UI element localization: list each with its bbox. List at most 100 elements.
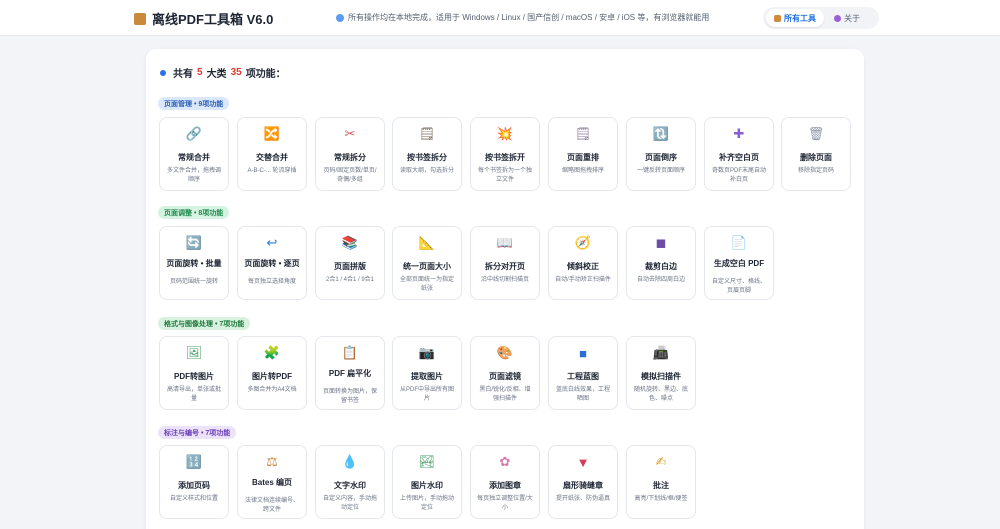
tool-card[interactable]: 📐 统一页面大小 全部页面统一为指定纸张 <box>392 226 462 300</box>
box-icon <box>774 14 781 22</box>
link-icon: 🔗 <box>185 126 203 141</box>
tool-card[interactable]: 🗒 页面重排 缩略图拖拽排序 <box>548 117 618 191</box>
nav-all-tools[interactable]: 所有工具 <box>766 9 824 27</box>
top-header: 离线PDF工具箱 V6.0 所有操作均在本地完成，适用于 Windows / L… <box>0 0 1000 36</box>
tool-card[interactable]: 🧭 倾斜校正 自动/手动矫正扫描件 <box>548 226 618 300</box>
tool-card[interactable]: 📄 生成空白 PDF 自定义尺寸、格线、页眉页脚 <box>704 226 774 300</box>
tool-title: 页面倒序 <box>645 153 677 162</box>
nav-about[interactable]: 关于 <box>826 9 868 27</box>
puzzle-icon: 🧩 <box>263 345 281 360</box>
books-icon: 📚 <box>341 235 359 250</box>
tool-card[interactable]: ■ 工程蓝图 蓝底白线效果，工程晒图 <box>548 336 618 410</box>
tool-description: 从PDF中导出所有图片 <box>399 387 454 402</box>
camera-icon: 📷 <box>418 345 436 360</box>
tool-title: 页面旋转 • 批量 <box>166 259 222 268</box>
tool-description: 页码范围统一旋转 <box>169 279 218 285</box>
tool-title: 模拟扫描件 <box>641 372 681 381</box>
droplet-icon: 💧 <box>341 454 359 469</box>
tool-description: 上传图片，手动拖动定位 <box>399 496 454 511</box>
box-logo-icon <box>134 12 146 25</box>
tool-card[interactable]: ✚ 补齐空白页 奇数页PDF末尾自动补白页 <box>704 117 774 191</box>
tool-card[interactable]: 💧 文字水印 自定义内容，手动拖动定位 <box>315 445 385 519</box>
function-count: 35 <box>230 67 242 78</box>
tool-title: 拆分对开页 <box>485 262 525 271</box>
tool-description: 页面转换为图片，保留书签 <box>322 389 377 404</box>
tool-card[interactable]: 🔃 页面倒序一键反转页面顺序 <box>626 117 696 191</box>
tool-card[interactable]: ▼ 扇形骑缝章 提开纸张、防伪逼真 <box>548 445 618 519</box>
tool-description: 一键反转页面顺序 <box>636 168 685 174</box>
tool-title: 扇形骑缝章 <box>563 481 603 490</box>
tool-title: 页面重排 <box>567 153 599 162</box>
fax-icon: 📠 <box>652 345 670 360</box>
tool-description: 高清导出，单张或批量 <box>166 387 221 402</box>
tool-title: PDF 扁平化 <box>328 369 372 378</box>
tool-description: 读取大纲，勾选拆分 <box>399 168 454 174</box>
palette-icon: 🎨 <box>496 345 514 360</box>
bookmark-doc-icon: 🗒 <box>418 126 436 141</box>
tool-description: 提开纸张、防伪逼真 <box>555 496 610 502</box>
notice-text: 所有操作均在本地完成，适用于 Windows / Linux / 国产信创 / … <box>348 13 710 22</box>
tool-title: 按书签拆分 <box>407 153 447 162</box>
tool-description: 高亮/下划线/框/便签 <box>634 496 688 502</box>
tool-card[interactable]: 🏞 图片水印 上传图片，手动拖动定位 <box>392 445 462 519</box>
tool-card[interactable]: 📠 模拟扫描件 随机旋转、黑边、底色、噪点 <box>626 336 696 410</box>
tool-card[interactable]: ↩ 页面旋转 • 逐页 每页独立选择角度 <box>237 226 307 300</box>
tool-title: 常规拆分 <box>334 153 366 162</box>
tool-description: 蓝底白线效果，工程晒图 <box>555 387 610 402</box>
tool-card[interactable]: ⚖ Bates 编页 法律文档连续编号、跨文件 <box>237 445 307 519</box>
globe-icon <box>336 13 344 22</box>
tool-card[interactable]: 🔄 页面旋转 • 批量 页码范围统一旋转 <box>159 226 229 300</box>
tool-title: 工程蓝图 <box>567 372 599 381</box>
tool-card[interactable]: 🔢 添加页码 自定义样式和位置 <box>159 445 229 519</box>
trash-icon: 🗑 <box>807 126 825 141</box>
section-badge: 标注与编号 • 7项功能 <box>158 426 237 439</box>
reverse-icon: 🔃 <box>652 126 670 141</box>
tool-card[interactable]: 📚 页面拼版 2合1 / 4合1 / 9合1 <box>315 226 385 300</box>
tool-card[interactable]: 📷 提取图片从PDF中导出所有图片 <box>392 336 462 410</box>
tool-title: 按书签拆开 <box>485 153 525 162</box>
tool-card[interactable]: 🖼 PDF转图片 高清导出，单张或批量 <box>159 336 229 410</box>
tool-card[interactable]: ✍ 批注 高亮/下划线/框/便签 <box>626 445 696 519</box>
tool-summary: 共有 5 大类 35 项功能： <box>160 65 286 80</box>
reorder-doc-icon: 🗒 <box>574 126 592 141</box>
tool-description: A-B-C-... 轮流穿插 <box>247 168 297 174</box>
category-count: 5 <box>197 67 203 78</box>
section-badge: 页面管理 • 9项功能 <box>158 97 230 110</box>
summary-bullet-icon <box>160 69 166 76</box>
summary-suffix: 项功能： <box>245 69 286 80</box>
picture-icon: 🖼 <box>185 345 203 360</box>
return-icon: ↩ <box>266 235 278 250</box>
tool-card[interactable]: 🎨 页面滤镜 黑白/锐化/反相、增强扫描件 <box>470 336 540 410</box>
top-nav: 所有工具 关于 <box>763 7 879 29</box>
tool-description: 自定义样式和位置 <box>169 496 218 502</box>
tool-card[interactable]: 🧩 图片转PDF 多图合并为A4文档 <box>237 336 307 410</box>
scissors-icon: ✂ <box>344 126 356 141</box>
nav-all-tools-label: 所有工具 <box>784 13 816 23</box>
tool-card[interactable]: 📋 PDF 扁平化 页面转换为图片，保留书签 <box>315 336 385 410</box>
open-book-icon: 📖 <box>496 235 514 250</box>
tool-description: 自定义内容，手动拖动定位 <box>322 496 377 511</box>
tool-card[interactable]: 🔀 交替合并 A-B-C-... 轮流穿插 <box>237 117 307 191</box>
tool-description: 黑白/锐化/反相、增强扫描件 <box>479 387 531 402</box>
summary-mid: 大类 <box>206 69 227 80</box>
tool-card[interactable]: ✂ 常规拆分 页码/固定页数/单页/奇偶/多组 <box>315 117 385 191</box>
tool-card[interactable]: ✿ 添加图章 每页独立调整位置/大小 <box>470 445 540 519</box>
tool-description: 2合1 / 4合1 / 9合1 <box>325 277 375 283</box>
rotate-icon: 🔄 <box>185 235 203 250</box>
tool-title: 添加图章 <box>489 481 521 490</box>
tool-title: Bates 编页 <box>251 478 292 487</box>
tool-title: 图片水印 <box>411 481 443 490</box>
blank-doc-icon: 📄 <box>730 235 748 250</box>
tool-title: 交替合并 <box>256 153 288 162</box>
section-badge: 页面调整 • 8项功能 <box>158 206 230 219</box>
tool-card[interactable]: 📖 拆分对开页 沿中线切割扫描页 <box>470 226 540 300</box>
tool-card[interactable]: ◼ 裁剪白边 自动去除四周白边 <box>626 226 696 300</box>
crop-square-icon: ◼ <box>655 235 667 250</box>
tool-description: 自动去除四周白边 <box>636 277 685 283</box>
burst-icon: 💥 <box>496 126 514 141</box>
tool-card[interactable]: 💥 按书签拆开 每个书签拆为一个独立文件 <box>470 117 540 191</box>
tool-card[interactable]: 🗑 删除页面 移除指定页码 <box>781 117 851 191</box>
tool-card[interactable]: 🔗 常规合并 多文件合并，拖拽调顺序 <box>159 117 229 191</box>
tool-card[interactable]: 🗒 按书签拆分读取大纲，勾选拆分 <box>392 117 462 191</box>
tool-title: 提取图片 <box>411 372 443 381</box>
